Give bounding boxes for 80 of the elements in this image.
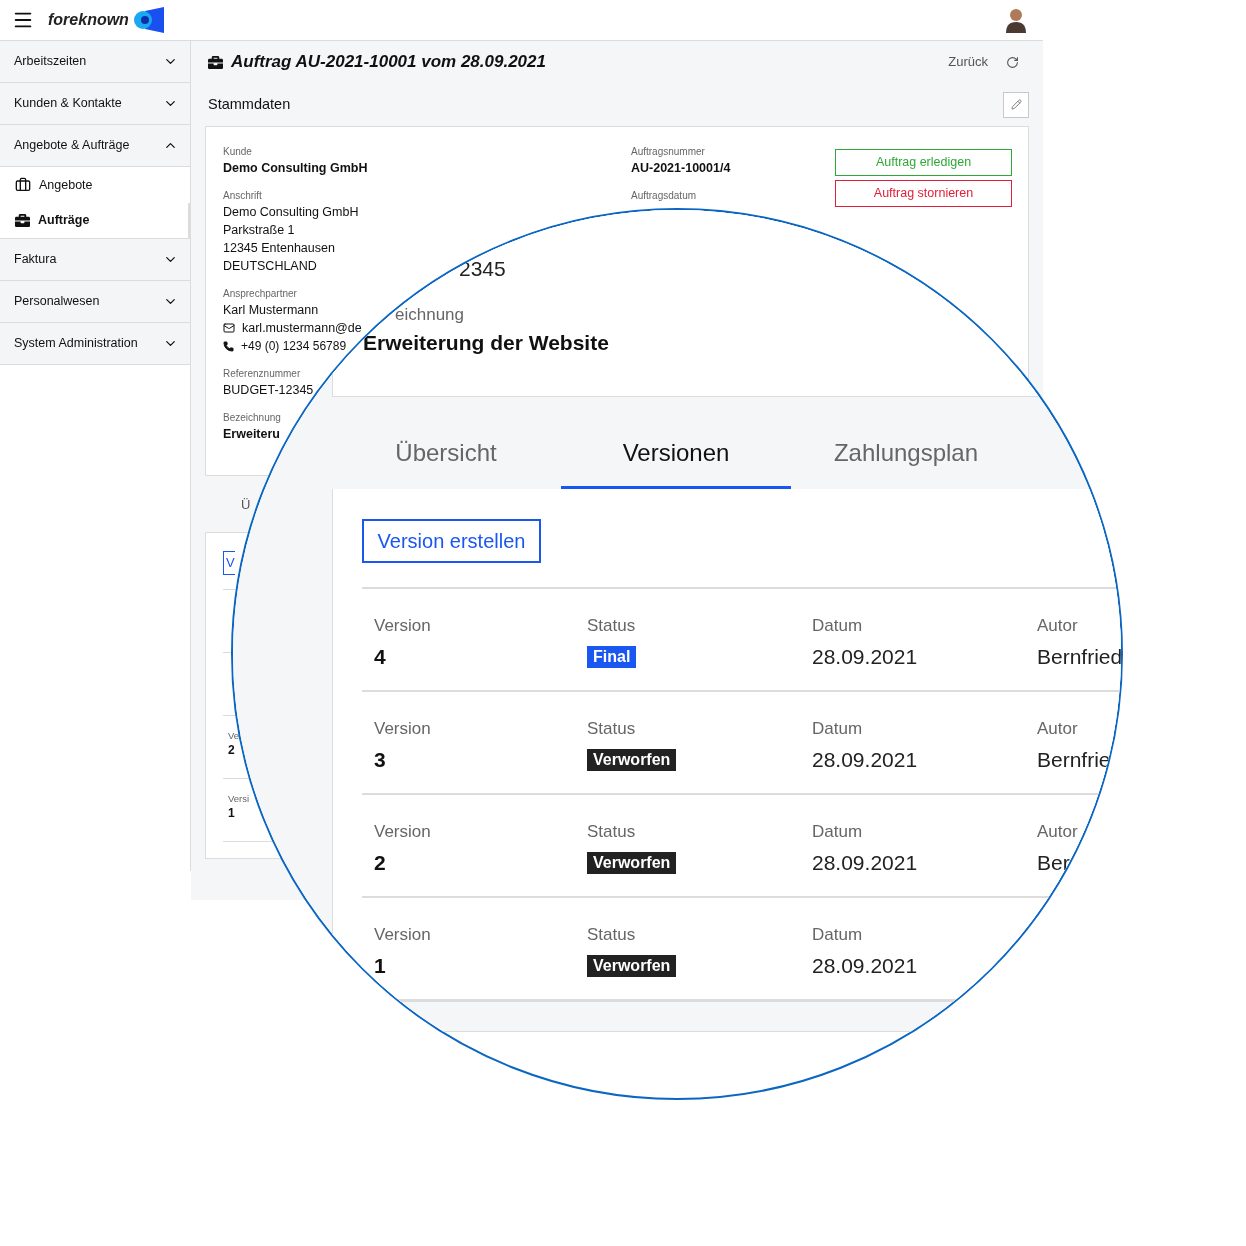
sidebar-group[interactable]: Faktura (0, 239, 190, 281)
field-value: AU-2021-10001/4 (631, 160, 732, 177)
field-value: Demo Consulting GmbH (223, 204, 359, 221)
logo-icon (132, 7, 165, 33)
column-label: Datum (812, 615, 863, 637)
briefcase-icon (208, 54, 223, 70)
section-title: Stammdaten (208, 94, 292, 114)
create-version-button[interactable]: Version erstellen (362, 519, 541, 563)
sidebar-item[interactable]: Angebote (0, 167, 190, 203)
field-value: 28.09.2021 (812, 953, 918, 980)
column-label: Autor (1037, 821, 1078, 843)
field-value: Demo Consulting GmbH (223, 160, 368, 177)
column-label: Version (374, 821, 431, 843)
field-value: Erweiterung der Website (363, 330, 609, 356)
sidebar-group[interactable]: Arbeitszeiten (0, 41, 190, 83)
column-label: Version (374, 718, 431, 740)
field-value: 28.09.2021 (812, 850, 918, 877)
field-value: Bernfrie (1037, 747, 1111, 774)
field-label: Kunde (223, 145, 252, 159)
field-label: Ansprechpartner (223, 287, 297, 301)
tab[interactable]: Ü (241, 496, 251, 512)
column-label: Autor (1037, 615, 1078, 637)
email-link[interactable]: karl.mustermann@de (242, 319, 362, 337)
field-value: Bernfried (1037, 644, 1121, 671)
logo-text: foreknown (48, 10, 129, 30)
phone-link[interactable]: +49 (0) 1234 56789 (241, 337, 347, 355)
status-badge: Verworfen (587, 955, 677, 977)
field-value: Parkstraße 1 (223, 222, 295, 239)
field-label: Versi (228, 792, 250, 805)
create-version-button[interactable]: V (223, 550, 235, 575)
column-label: Status (587, 821, 636, 843)
tab[interactable]: Zahlungsplan (791, 397, 1021, 489)
field-label: Auftragsnummer (631, 145, 706, 159)
refresh-icon[interactable] (1006, 55, 1019, 69)
version-number: 1 (374, 953, 386, 980)
version-number: 2 (374, 850, 386, 877)
field-value: DEUTSCHLAND (223, 258, 317, 275)
field-value: Erweiteru (223, 426, 280, 443)
field-value: 28.09.2021 (812, 644, 918, 671)
phone-icon (223, 340, 234, 352)
field-value: 28.09.2021 (812, 747, 918, 774)
field-value: 12345 Entenhausen (223, 240, 335, 257)
version-number: 3 (374, 747, 386, 774)
field-label: Anschrift (223, 189, 262, 203)
field-label: eichnung (395, 304, 464, 326)
field-value: BUDGET-12345 (223, 382, 314, 399)
version-number: 1 (228, 804, 235, 821)
field-label: Ve (228, 729, 240, 742)
sidebar-group[interactable]: Personalwesen (0, 281, 190, 323)
field-label: Referenznummer (223, 367, 301, 381)
sidebar-group[interactable]: Kunden & Kontakte (0, 83, 190, 125)
mail-icon (223, 322, 235, 334)
column-label: Status (587, 718, 636, 740)
status-badge: Verworfen (587, 852, 677, 874)
pencil-icon (1010, 99, 1022, 110)
column-label: Status (587, 615, 636, 637)
column-label: Version (374, 615, 431, 637)
version-number: 2 (228, 741, 235, 758)
column-label: Version (374, 924, 431, 946)
avatar[interactable] (1005, 7, 1027, 33)
version-number: 4 (374, 644, 386, 671)
field-label: Auftragsdatum (631, 189, 698, 203)
field-value: Karl Mustermann (223, 302, 319, 319)
sidebar-group[interactable]: System Administration (0, 323, 190, 365)
briefcase-icon (15, 177, 31, 193)
status-badge: Verworfen (587, 749, 677, 771)
status-badge: Final (587, 646, 637, 668)
column-label: Status (587, 924, 636, 946)
column-label: Datum (812, 924, 863, 946)
briefcase-icon (15, 213, 30, 228)
column-label: Autor (1037, 718, 1078, 740)
back-link[interactable]: Zurück (948, 52, 988, 72)
column-label: Datum (812, 718, 863, 740)
field-value: Ber (1037, 850, 1070, 877)
sidebar-group[interactable]: Angebote & Aufträge (0, 125, 190, 167)
column-label: Datum (812, 821, 863, 843)
field-label: Bezeichnung (223, 411, 281, 425)
tab[interactable]: Übersicht (331, 397, 561, 489)
page-title: Auftrag AU-2021-10001 vom 28.09.2021 (231, 51, 546, 74)
action-button[interactable]: Auftrag stornieren (835, 180, 1012, 207)
